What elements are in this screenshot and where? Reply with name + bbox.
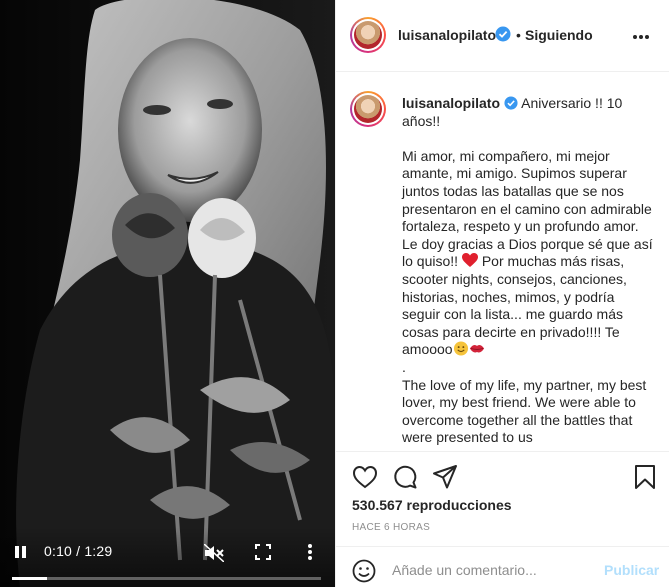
separator-dot: • — [516, 27, 521, 43]
view-count[interactable]: 530.567 reproducciones — [352, 497, 512, 513]
post-timestamp[interactable]: HACE 6 HORAS — [352, 522, 430, 533]
caption-username[interactable]: luisanalopilato — [402, 95, 500, 111]
caption-paragraph-1: Mi amor, mi compañero, mi mejor amante, … — [402, 147, 657, 270]
more-vertical-icon[interactable] — [306, 542, 314, 562]
post-actions-bar — [336, 451, 669, 499]
more-horizontal-icon[interactable] — [632, 24, 650, 45]
caption-dot: . — [402, 358, 406, 375]
following-button[interactable]: Siguiendo — [525, 27, 593, 43]
comment-bubble-icon[interactable] — [392, 464, 418, 490]
video-time: 0:10 / 1:29 — [44, 543, 113, 559]
fullscreen-icon[interactable] — [255, 544, 271, 560]
caption-english: The love of my life, my partner, my best… — [402, 376, 651, 446]
video-frame-image — [0, 0, 335, 587]
post-header: luisanalopilato • Siguiendo — [336, 0, 669, 72]
video-player[interactable]: 0:10 / 1:29 — [0, 0, 335, 587]
verified-badge-icon — [491, 26, 511, 45]
add-comment-bar: Publicar — [336, 546, 669, 587]
caption-section: luisanalopilato Aniversario !! 10 años!!… — [336, 73, 669, 451]
comment-input[interactable] — [392, 559, 592, 581]
avatar[interactable] — [350, 91, 386, 127]
smiling-face-emoji-icon — [453, 341, 468, 356]
kiss-lips-emoji-icon — [469, 345, 484, 353]
save-bookmark-icon[interactable] — [632, 464, 658, 490]
share-paper-plane-icon[interactable] — [432, 464, 458, 490]
emoji-picker-icon[interactable] — [352, 559, 376, 583]
video-progress-bar[interactable] — [12, 577, 321, 580]
muted-speaker-icon[interactable] — [203, 543, 225, 563]
header-username[interactable]: luisanalopilato — [398, 27, 496, 43]
like-heart-icon[interactable] — [352, 464, 378, 490]
verified-badge-icon — [504, 96, 518, 110]
post-side-panel: luisanalopilato • Siguiendo luisanalopil… — [335, 0, 669, 587]
red-heart-emoji-icon — [461, 253, 478, 268]
avatar[interactable] — [350, 17, 386, 53]
pause-icon[interactable] — [12, 542, 28, 562]
post-caption: luisanalopilato Aniversario !! 10 años!!… — [402, 95, 656, 447]
publish-button[interactable]: Publicar — [604, 562, 659, 578]
video-progress-fill — [12, 577, 47, 580]
